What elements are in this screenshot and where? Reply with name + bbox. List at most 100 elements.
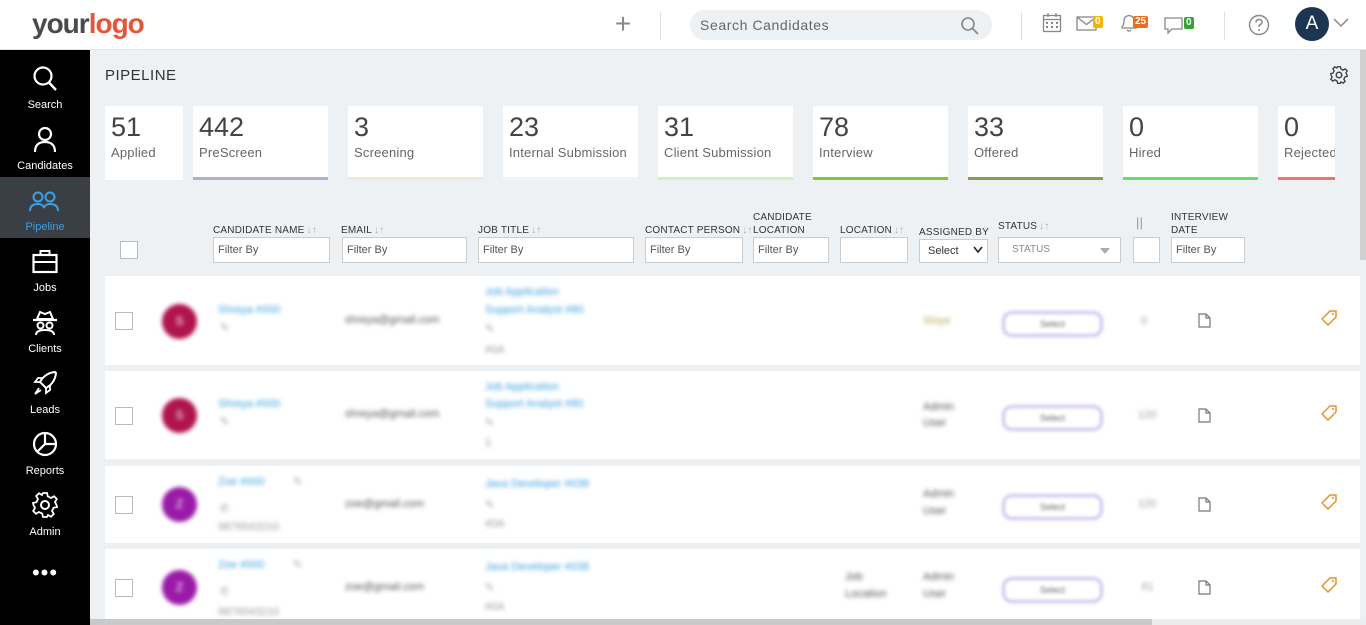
search-icon[interactable] <box>960 16 980 36</box>
row-checkbox[interactable] <box>115 496 133 514</box>
candidate-name-link[interactable]: Zoe #000 <box>218 476 264 488</box>
edit-icon[interactable]: ✎ <box>485 498 494 511</box>
row-checkbox[interactable] <box>115 312 133 330</box>
stage-card-screening[interactable]: 3 Screening <box>348 106 483 180</box>
job-title-link[interactable]: Support Analyst #80 <box>485 398 583 410</box>
filter-job-title[interactable] <box>478 237 634 263</box>
edit-icon[interactable]: ✎ <box>220 415 229 428</box>
stage-card-applied[interactable]: 51 Applied <box>105 106 183 180</box>
col-header-contact-person[interactable]: CONTACT PERSON ↓↑ <box>645 224 753 237</box>
filter-candidate-name[interactable] <box>213 237 330 263</box>
table-row[interactable]: Z Zoe #000 ✎ ✆ 9876543210 zoe@gmail.com … <box>105 549 1360 619</box>
nav-item-search[interactable]: Search <box>0 55 90 116</box>
filter-contact-person[interactable] <box>645 237 743 263</box>
filter-interview-date[interactable] <box>1171 237 1245 263</box>
nav-item-jobs[interactable]: Jobs <box>0 238 90 299</box>
job-title-link[interactable]: Support Analyst #80 <box>485 304 583 316</box>
document-icon[interactable] <box>1198 580 1211 595</box>
settings-gear-icon[interactable] <box>1330 66 1348 84</box>
nav-item-clients[interactable]: Clients <box>0 299 90 360</box>
col-header-email[interactable]: EMAIL ↓↑ <box>341 224 384 237</box>
status-select[interactable]: STATUS <box>998 237 1121 263</box>
add-button[interactable]: + <box>610 10 636 38</box>
stage-card-client-submission[interactable]: 31 Client Submission <box>658 106 793 180</box>
col-header-pause[interactable]: || <box>1136 216 1143 229</box>
edit-icon[interactable]: ✎ <box>485 416 494 429</box>
select-all-checkbox[interactable] <box>120 241 138 259</box>
filter-candidate-location[interactable] <box>753 237 829 263</box>
stage-card-offered[interactable]: 33 Offered <box>968 106 1103 180</box>
document-icon[interactable] <box>1198 313 1211 328</box>
sort-icon[interactable]: ↓↑ <box>307 225 317 236</box>
help-icon[interactable] <box>1248 14 1270 36</box>
col-header-status[interactable]: STATUS ↓↑ <box>998 220 1050 233</box>
edit-icon[interactable]: ✎ <box>220 321 229 334</box>
job-application-link[interactable]: Job Application <box>485 381 559 393</box>
col-header-job-title[interactable]: JOB TITLE ↓↑ <box>478 224 541 237</box>
stage-card-rejected[interactable]: 0 Rejected <box>1278 106 1335 180</box>
document-icon[interactable] <box>1198 408 1211 423</box>
nav-item-admin[interactable]: Admin <box>0 482 90 543</box>
tag-icon[interactable] <box>1321 577 1337 593</box>
user-avatar[interactable]: A <box>1295 7 1329 41</box>
col-header-candidate-location[interactable]: CANDIDATE LOCATION <box>753 211 812 237</box>
job-title-link[interactable]: Java Developer #038 <box>485 561 589 573</box>
tag-icon[interactable] <box>1321 405 1337 421</box>
table-row[interactable]: S Shreya #000 ✎ shreya@gmail.com Job App… <box>105 276 1360 365</box>
table-row[interactable]: Z Zoe #000 ✎ ✆ 9876543210 zoe@gmail.com … <box>105 466 1360 543</box>
candidate-name-link[interactable]: Shreya #000 <box>218 304 280 316</box>
job-application-link[interactable]: Job Application <box>485 286 559 298</box>
nav-item-leads[interactable]: Leads <box>0 360 90 421</box>
job-title-link[interactable]: Java Developer #038 <box>485 478 589 490</box>
horizontal-scrollbar-thumb[interactable] <box>90 619 1152 625</box>
app-logo[interactable]: yourlogo <box>32 8 145 40</box>
stage-card-interview[interactable]: 78 Interview <box>813 106 948 180</box>
edit-icon[interactable]: ✎ <box>485 581 494 594</box>
status-select[interactable]: Select <box>1002 494 1103 520</box>
row-checkbox[interactable] <box>115 579 133 597</box>
status-select[interactable]: Select <box>1002 405 1103 431</box>
sort-icon[interactable]: ↓↑ <box>742 225 752 236</box>
status-select[interactable]: Select <box>1002 311 1103 337</box>
stage-card-prescreen[interactable]: 442 PreScreen <box>193 106 328 180</box>
col-header-candidate-name[interactable]: CANDIDATE NAME ↓↑ <box>213 224 317 237</box>
chat-notification[interactable]: 0 <box>1163 13 1199 37</box>
filter-pause[interactable] <box>1133 237 1160 263</box>
candidate-name-link[interactable]: Shreya #000 <box>218 398 280 410</box>
vertical-scrollbar[interactable] <box>1360 50 1366 260</box>
nav-label: Leads <box>30 404 60 416</box>
row-checkbox[interactable] <box>115 407 133 425</box>
search-input[interactable] <box>690 10 940 40</box>
calendar-icon[interactable] <box>1042 12 1062 34</box>
col-header-location[interactable]: LOCATION ↓↑ <box>840 224 904 237</box>
tag-icon[interactable] <box>1321 310 1337 326</box>
stage-card-hired[interactable]: 0 Hired <box>1123 106 1258 180</box>
tag-icon[interactable] <box>1321 494 1337 510</box>
more-menu-button[interactable]: ••• <box>0 560 90 586</box>
filter-location[interactable] <box>840 237 908 263</box>
sort-icon[interactable]: ↓↑ <box>894 225 904 236</box>
table-row[interactable]: S Shreya #000 ✎ shreya@gmail.com Job App… <box>105 371 1360 459</box>
nav-item-pipeline[interactable]: Pipeline <box>0 177 90 238</box>
edit-icon[interactable]: ✎ <box>293 475 302 488</box>
status-select[interactable]: Select <box>1002 577 1103 603</box>
alerts-notification[interactable]: 25 <box>1119 12 1155 36</box>
chevron-down-icon[interactable] <box>1333 18 1349 28</box>
document-icon[interactable] <box>1198 497 1211 512</box>
sort-icon[interactable]: ↓↑ <box>1039 221 1049 232</box>
assigned-by-select[interactable]: Select <box>919 239 988 263</box>
col-header-assigned-by[interactable]: ASSIGNED BY <box>919 226 989 239</box>
stage-card-internal-submission[interactable]: 23 Internal Submission <box>503 106 638 180</box>
horizontal-scrollbar-track[interactable] <box>1152 619 1366 625</box>
nav-item-candidates[interactable]: Candidates <box>0 116 90 177</box>
col-header-interview-date[interactable]: INTERVIEW DATE <box>1171 211 1228 237</box>
filter-email[interactable] <box>342 237 467 263</box>
edit-icon[interactable]: ✎ <box>293 558 302 571</box>
candidate-email: zoe@gmail.com <box>345 581 425 593</box>
edit-icon[interactable]: ✎ <box>485 322 494 335</box>
sort-icon[interactable]: ↓↑ <box>374 225 384 236</box>
mail-notification[interactable]: 0 <box>1076 13 1112 37</box>
sort-icon[interactable]: ↓↑ <box>531 225 541 236</box>
candidate-name-link[interactable]: Zoe #000 <box>218 559 264 571</box>
nav-item-reports[interactable]: Reports <box>0 421 90 482</box>
